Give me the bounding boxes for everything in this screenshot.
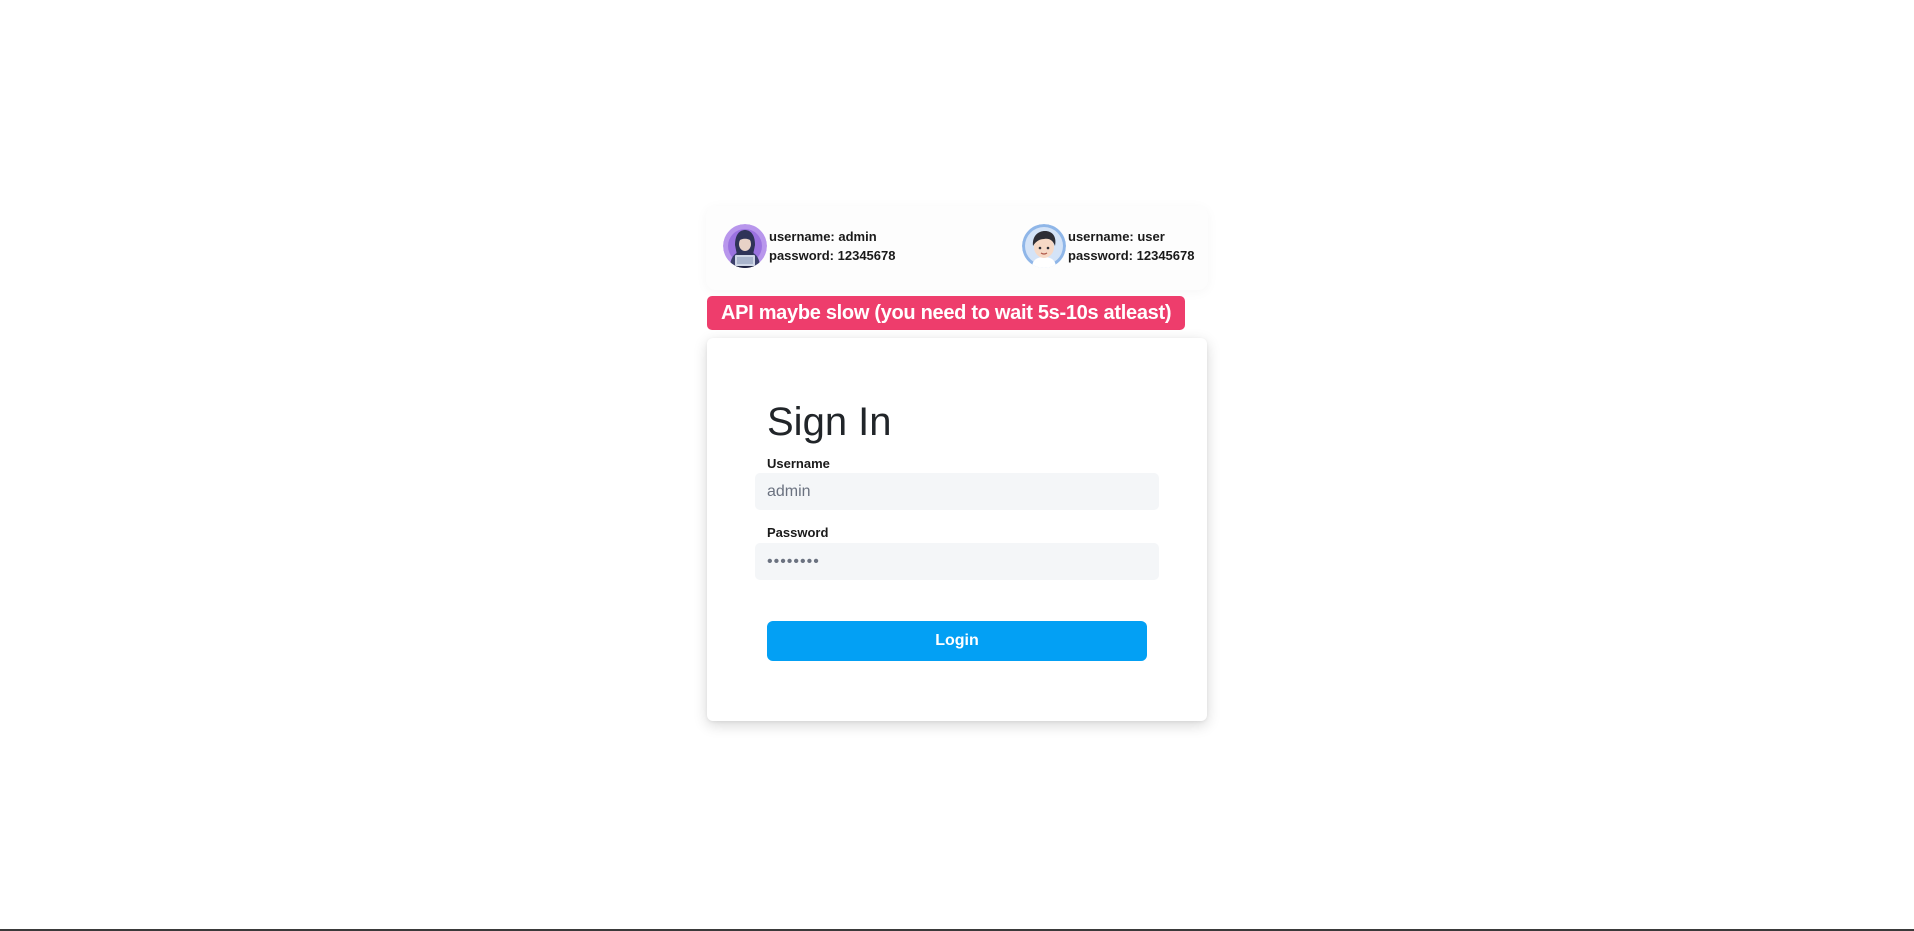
login-button[interactable]: Login <box>767 621 1147 661</box>
hacker-avatar-icon <box>723 224 767 268</box>
demo-credentials-card: username: admin password: 12345678 usern… <box>706 206 1208 290</box>
username-input[interactable] <box>755 473 1159 510</box>
sign-in-title: Sign In <box>767 400 892 444</box>
user-avatar-icon <box>1022 224 1066 268</box>
user-credentials: username: user password: 12345678 <box>1022 224 1194 268</box>
admin-username-text: username: admin <box>769 229 877 244</box>
sign-in-card: Sign In Username Password Login <box>707 338 1207 721</box>
login-page: username: admin password: 12345678 usern… <box>0 0 1914 931</box>
username-label: Username <box>767 456 830 471</box>
password-label: Password <box>767 525 829 540</box>
api-slow-warning-banner: API maybe slow (you need to wait 5s-10s … <box>707 296 1186 330</box>
admin-credentials: username: admin password: 12345678 <box>723 224 895 268</box>
user-username-text: username: user <box>1068 229 1165 244</box>
user-password-text: password: 12345678 <box>1068 248 1195 263</box>
admin-password-text: password: 12345678 <box>769 248 896 263</box>
password-input[interactable] <box>755 543 1159 580</box>
